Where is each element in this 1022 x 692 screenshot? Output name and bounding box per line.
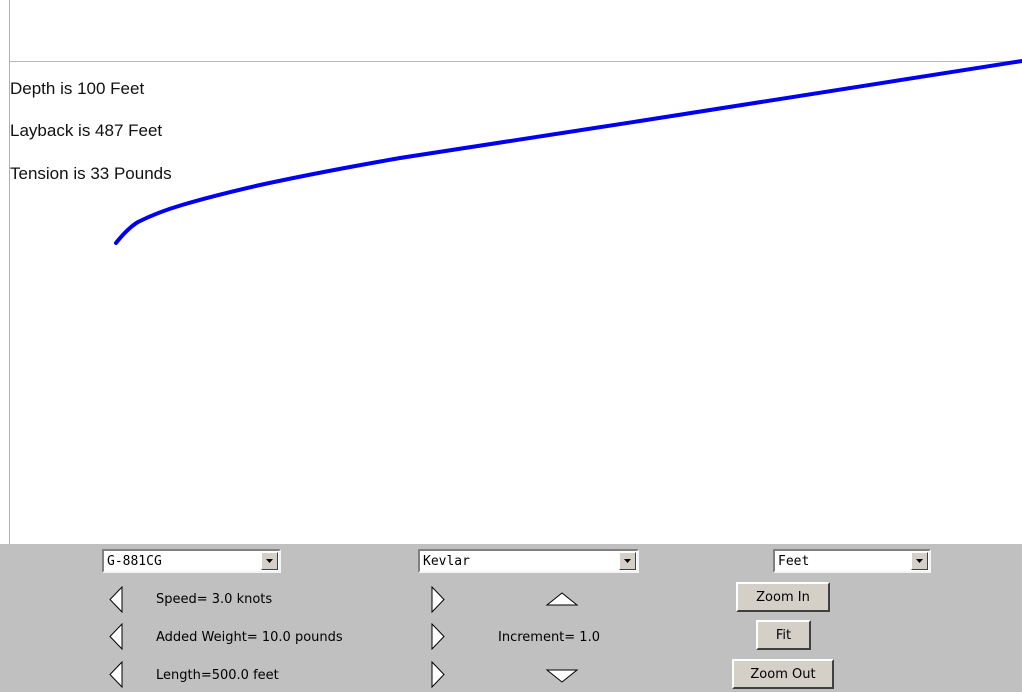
cable-plot-area: Depth is 100 Feet Layback is 487 Feet Te… [0,0,1022,544]
fit-button[interactable]: Fit [756,620,811,650]
weight-decrease-icon[interactable] [108,623,124,650]
speed-label: Speed= 3.0 knots [156,592,273,607]
weight-increase-icon[interactable] [430,623,446,650]
chevron-down-icon [266,559,273,563]
increment-label: Increment= 1.0 [498,630,600,645]
added-weight-label: Added Weight= 10.0 pounds [156,630,343,645]
cable-curve-svg [114,59,1022,245]
units-select[interactable]: Feet [773,549,931,573]
cable-type-dropdown-button[interactable] [261,552,278,570]
length-increase-icon[interactable] [430,661,446,688]
increment-down-icon[interactable] [545,668,579,684]
units-dropdown-button[interactable] [911,552,928,570]
cable-curve [114,59,1022,245]
control-panel: G-881CG Kevlar Feet Speed= 3.0 knots Add… [0,544,1022,692]
speed-increase-icon[interactable] [430,586,446,613]
zoom-out-button[interactable]: Zoom Out [732,659,834,689]
chevron-down-icon [916,559,923,563]
length-decrease-icon[interactable] [108,661,124,688]
cable-type-select[interactable]: G-881CG [102,549,281,573]
material-select[interactable]: Kevlar [418,549,639,573]
units-value: Feet [778,554,810,569]
cable-type-value: G-881CG [107,554,162,569]
material-dropdown-button[interactable] [619,552,636,570]
material-value: Kevlar [423,554,470,569]
chevron-down-icon [624,559,631,563]
speed-decrease-icon[interactable] [108,586,124,613]
increment-up-icon[interactable] [545,591,579,607]
length-label: Length=500.0 feet [156,668,279,683]
zoom-in-button[interactable]: Zoom In [736,582,830,612]
